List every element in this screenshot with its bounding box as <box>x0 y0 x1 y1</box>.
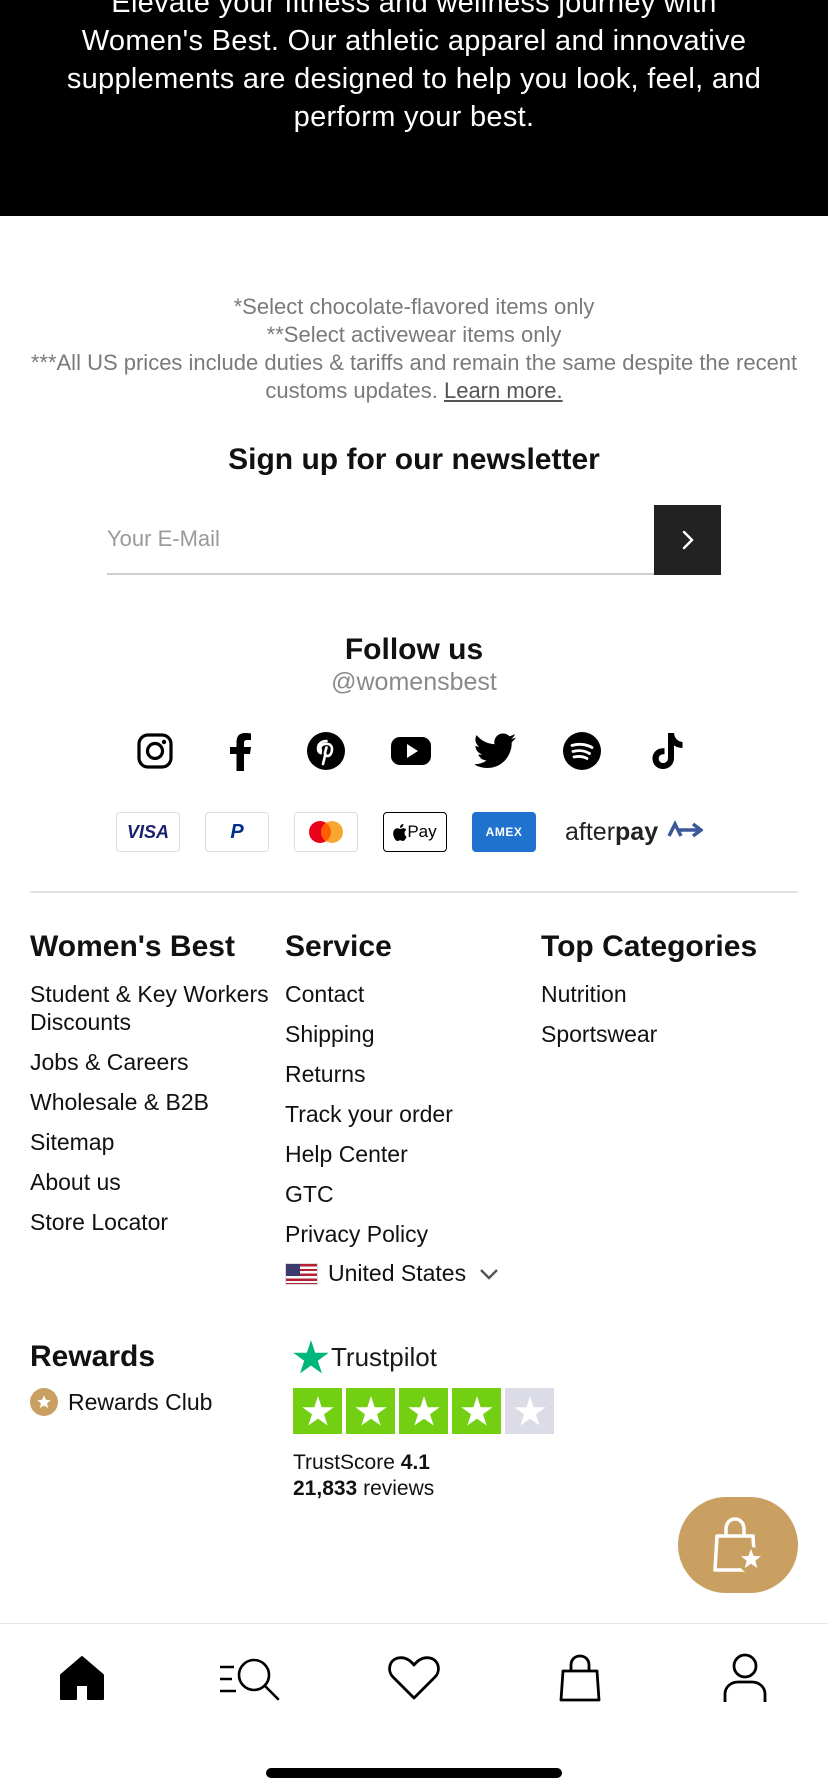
rewards-club-label: Rewards Club <box>68 1388 213 1415</box>
account-icon <box>723 1653 767 1702</box>
paypal-card: P <box>205 812 269 852</box>
footer-divider <box>30 891 798 893</box>
footer-link-wholesale[interactable]: Wholesale & B2B <box>30 1088 270 1116</box>
star-filled-icon <box>293 1388 342 1434</box>
country-selector[interactable]: United States <box>285 1260 525 1287</box>
trustscore-label: TrustScore <box>293 1451 395 1474</box>
tab-home[interactable] <box>52 1648 112 1708</box>
facebook-icon[interactable] <box>217 728 263 774</box>
trustscore-value: 4.1 <box>400 1451 430 1474</box>
reviews-label: reviews <box>363 1477 435 1500</box>
twitter-icon[interactable] <box>473 728 519 774</box>
apple-icon <box>393 823 407 841</box>
footer-col-service: Service Contact Shipping Returns Track y… <box>285 930 525 1287</box>
footer-link-nutrition[interactable]: Nutrition <box>541 980 801 1008</box>
price-notes: *Select chocolate-flavored items only **… <box>20 293 808 405</box>
reviews-count: 21,833 <box>293 1477 358 1500</box>
tab-account[interactable] <box>715 1648 775 1708</box>
trustpilot-widget[interactable]: Trustpilot TrustScore 4.1 21,833 reviews <box>293 1340 558 1502</box>
footer-col-title: Service <box>285 930 392 963</box>
amex-card: AMEX <box>472 812 536 852</box>
social-icons <box>132 728 690 774</box>
payment-methods: VISA P Pay AMEX afterpay <box>116 811 704 853</box>
afterpay-bold: pay <box>615 817 659 846</box>
footer-link-sitemap[interactable]: Sitemap <box>30 1128 270 1156</box>
footer-col-title: Top Categories <box>541 930 758 963</box>
footer-link-returns[interactable]: Returns <box>285 1060 525 1088</box>
heart-icon <box>388 1656 440 1700</box>
bottom-tab-bar <box>0 1623 828 1792</box>
search-menu-icon <box>220 1658 280 1701</box>
trustscore: TrustScore 4.1 21,833 reviews <box>293 1450 558 1502</box>
youtube-icon[interactable] <box>388 728 434 774</box>
footer-link-help-center[interactable]: Help Center <box>285 1140 525 1168</box>
newsletter-submit-button[interactable] <box>654 505 721 575</box>
instagram-icon[interactable] <box>132 728 178 774</box>
tiktok-icon[interactable] <box>644 728 690 774</box>
rewards-floating-button[interactable] <box>678 1497 798 1593</box>
afterpay-prefix: after <box>565 817 616 846</box>
bag-icon <box>559 1654 601 1702</box>
home-indicator <box>266 1768 562 1778</box>
footer-link-contact[interactable]: Contact <box>285 980 525 1008</box>
footer-link-privacy[interactable]: Privacy Policy <box>285 1220 525 1248</box>
note-chocolate: *Select chocolate-flavored items only <box>233 294 595 319</box>
note-duties-text: ***All US prices include duties & tariff… <box>30 350 798 403</box>
follow-title: Follow us <box>344 633 484 666</box>
footer-link-shipping[interactable]: Shipping <box>285 1020 525 1048</box>
footer-link-gtc[interactable]: GTC <box>285 1180 525 1208</box>
footer-col-womens-best: Women's Best Student & Key Workers Disco… <box>30 930 270 1248</box>
star-filled-icon <box>452 1388 501 1434</box>
applepay-card: Pay <box>383 812 447 852</box>
footer-link-track-order[interactable]: Track your order <box>285 1100 525 1128</box>
home-icon <box>60 1656 104 1700</box>
pinterest-icon[interactable] <box>303 728 349 774</box>
footer-col-top-categories: Top Categories Nutrition Sportswear <box>541 930 801 1060</box>
applepay-label: Pay <box>407 822 437 841</box>
tab-cart[interactable] <box>550 1648 610 1708</box>
newsletter-title: Sign up for our newsletter <box>228 443 600 476</box>
country-label: United States <box>328 1260 467 1286</box>
trustpilot-star-icon <box>293 1340 329 1374</box>
afterpay-logo: afterpay <box>565 817 704 847</box>
note-activewear: **Select activewear items only <box>266 322 562 347</box>
footer-link-careers[interactable]: Jobs & Careers <box>30 1048 270 1076</box>
social-handle: @womensbest <box>331 668 497 696</box>
shopping-bag-star-icon <box>713 1517 764 1573</box>
rewards-star-icon <box>30 1388 58 1416</box>
rewards-title: Rewards <box>30 1340 156 1373</box>
tab-wishlist[interactable] <box>384 1648 444 1708</box>
rewards-section: Rewards Rewards Club <box>30 1340 212 1416</box>
note-duties: ***All US prices include duties & tariff… <box>20 349 808 405</box>
footer-link-about[interactable]: About us <box>30 1168 270 1196</box>
mastercard-icon <box>309 821 343 843</box>
visa-card: VISA <box>116 812 180 852</box>
hero-banner: Elevate your fitness and wellness journe… <box>0 0 828 216</box>
learn-more-link[interactable]: Learn more. <box>444 378 563 403</box>
star-filled-icon <box>399 1388 448 1434</box>
trustpilot-stars <box>293 1388 558 1434</box>
chevron-right-icon <box>682 530 694 550</box>
hero-text: Elevate your fitness and wellness journe… <box>66 0 762 133</box>
us-flag-icon <box>285 1262 318 1285</box>
footer-link-store-locator[interactable]: Store Locator <box>30 1208 270 1236</box>
star-filled-icon <box>346 1388 395 1434</box>
mastercard-card <box>294 812 358 852</box>
footer-link-student-discounts[interactable]: Student & Key Workers Discounts <box>30 980 270 1036</box>
tab-search[interactable] <box>216 1648 286 1708</box>
afterpay-arrows-icon <box>667 819 704 837</box>
trustpilot-brand: Trustpilot <box>331 1341 437 1372</box>
spotify-icon[interactable] <box>559 728 605 774</box>
rewards-club-link[interactable]: Rewards Club <box>30 1388 212 1416</box>
star-empty-icon <box>505 1388 554 1434</box>
trustpilot-logo: Trustpilot <box>293 1340 558 1374</box>
footer-link-sportswear[interactable]: Sportswear <box>541 1020 801 1048</box>
email-input[interactable] <box>107 505 655 575</box>
footer-col-title: Women's Best <box>30 930 235 963</box>
chevron-down-icon <box>480 1268 498 1280</box>
